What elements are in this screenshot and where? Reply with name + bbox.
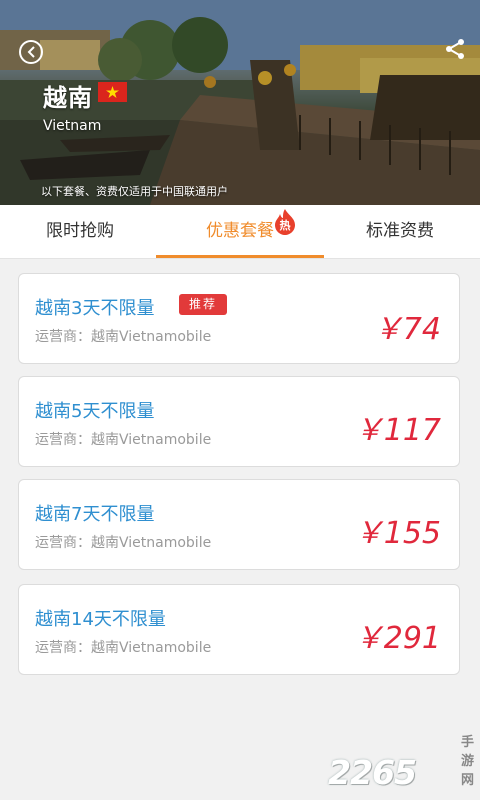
package-operator: 运营商：越南Vietnamobile xyxy=(35,432,212,448)
package-card[interactable]: 越南7天不限量 运营商：越南Vietnamobile ￥155 xyxy=(18,479,460,570)
package-card[interactable]: 越南5天不限量 运营商：越南Vietnamobile ￥117 xyxy=(18,376,460,467)
package-price: ￥291 xyxy=(353,621,441,656)
back-button[interactable] xyxy=(19,40,43,64)
watermark-text: 手游网 xyxy=(460,735,474,788)
hot-badge: 热 xyxy=(274,209,296,235)
package-price: ￥74 xyxy=(372,312,441,347)
tab-flash-sale[interactable]: 限时抢购 xyxy=(0,205,160,258)
hot-badge-label: 热 xyxy=(279,219,291,232)
package-name: 越南3天不限量 xyxy=(35,298,155,319)
package-name: 越南7天不限量 xyxy=(35,504,155,525)
package-operator: 运营商：越南Vietnamobile xyxy=(35,640,212,656)
tab-bar: 限时抢购 优惠套餐 标准资费 xyxy=(0,205,480,259)
package-card[interactable]: 越南3天不限量 推荐 运营商：越南Vietnamobile ￥74 xyxy=(18,273,460,364)
watermark-number: 2265 xyxy=(328,753,417,792)
package-operator: 运营商：越南Vietnamobile xyxy=(35,535,212,551)
country-name-en: Vietnam xyxy=(43,118,102,134)
package-card[interactable]: 越南14天不限量 运营商：越南Vietnamobile ￥291 xyxy=(18,584,460,675)
package-price: ￥117 xyxy=(353,413,441,448)
tab-standard-rates[interactable]: 标准资费 xyxy=(320,205,480,258)
recommend-badge: 推荐 xyxy=(179,294,227,315)
active-tab-indicator xyxy=(156,255,324,258)
back-arrow-icon xyxy=(27,46,35,58)
share-button[interactable] xyxy=(444,38,466,60)
usage-note: 以下套餐、资费仅适用于中国联通用户 xyxy=(41,185,228,198)
hero-banner: 越南 Vietnam 以下套餐、资费仅适用于中国联通用户 xyxy=(0,0,480,205)
package-operator: 运营商：越南Vietnamobile xyxy=(35,329,212,345)
tab-discount-packages[interactable]: 优惠套餐 xyxy=(160,205,320,258)
vietnam-flag-icon xyxy=(98,82,127,102)
share-icon xyxy=(446,39,464,59)
package-name: 越南14天不限量 xyxy=(35,609,166,630)
country-name: 越南 xyxy=(43,84,93,112)
package-price: ￥155 xyxy=(353,516,441,551)
package-name: 越南5天不限量 xyxy=(35,401,155,422)
